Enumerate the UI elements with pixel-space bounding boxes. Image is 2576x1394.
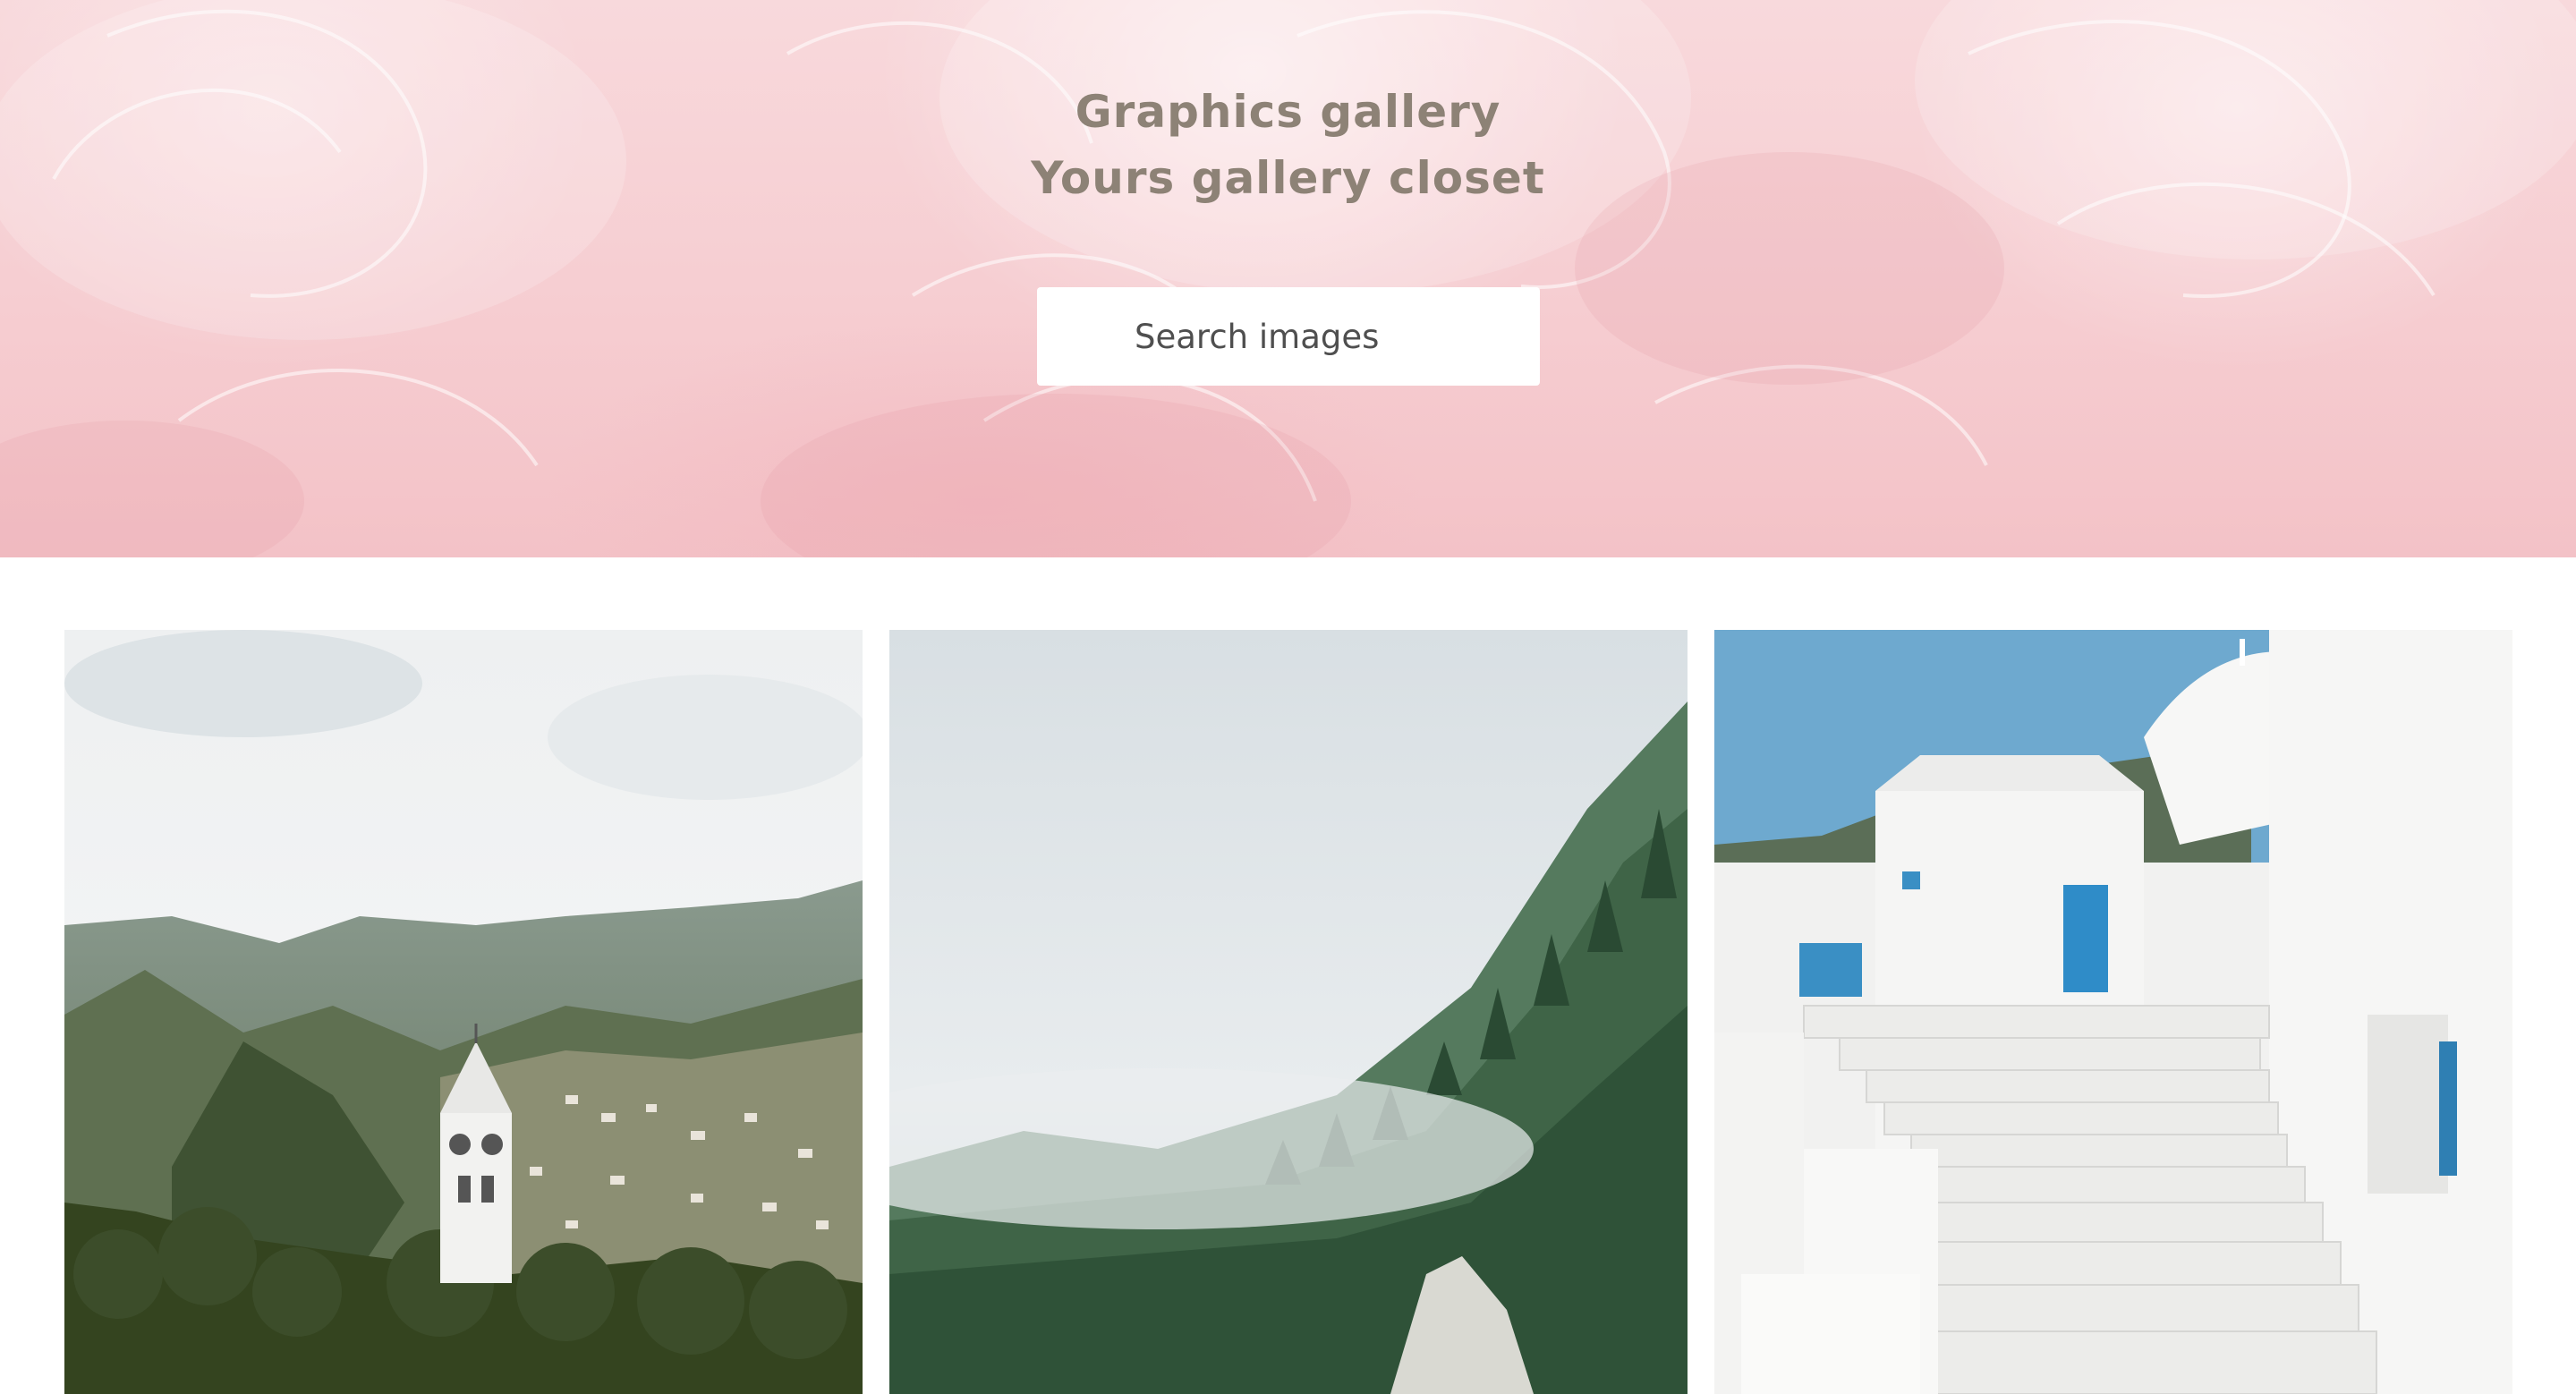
hero-banner: Graphics gallery Yours gallery closet [0, 0, 2576, 557]
rose-background-pattern [0, 0, 2576, 557]
gallery-image-misty-forest[interactable] [889, 630, 1688, 1394]
gallery-image-church-tower[interactable] [64, 630, 863, 1394]
search-input[interactable] [1037, 287, 1540, 386]
page-subtitle: Yours gallery closet [1031, 152, 1545, 204]
gallery-image-white-stairs[interactable] [1714, 630, 2512, 1394]
page-title: Graphics gallery [1075, 86, 1501, 138]
